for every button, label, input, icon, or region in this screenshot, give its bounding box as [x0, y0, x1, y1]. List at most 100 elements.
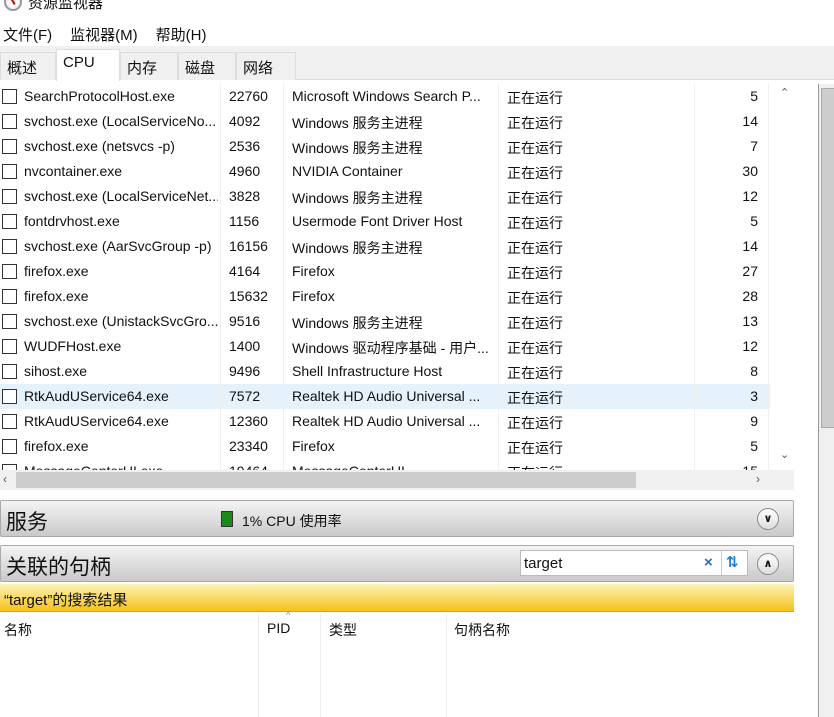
- process-name: SearchProtocolHost.exe: [24, 88, 175, 104]
- process-checkbox[interactable]: [2, 364, 17, 379]
- process-row[interactable]: svchost.exe (UnistackSvcGro... 9516 Wind…: [0, 309, 770, 334]
- process-checkbox[interactable]: [2, 414, 17, 429]
- process-status: 正在运行: [507, 240, 563, 256]
- process-row[interactable]: svchost.exe (LocalServiceNo... 4092 Wind…: [0, 109, 770, 134]
- tab-disk[interactable]: 磁盘: [178, 52, 236, 80]
- outer-scroll-thumb[interactable]: [821, 88, 834, 428]
- horizontal-scrollbar[interactable]: ‹ ›: [0, 470, 794, 490]
- column-type[interactable]: 类型: [329, 620, 357, 640]
- clear-search-icon[interactable]: ×: [704, 554, 713, 571]
- handle-search-input[interactable]: target × ⇅: [520, 550, 748, 576]
- process-pid: 9516: [229, 313, 261, 329]
- process-status: 正在运行: [507, 365, 563, 381]
- column-pid[interactable]: PID: [267, 620, 290, 636]
- expand-chevron-icon[interactable]: ∨: [757, 508, 779, 530]
- tab-network[interactable]: 网络: [236, 52, 296, 80]
- menu-file[interactable]: 文件(F): [3, 24, 52, 45]
- scroll-up-icon[interactable]: ⌃: [780, 86, 789, 99]
- process-threads: 9: [750, 413, 758, 429]
- sort-ascending-icon: ^: [286, 610, 291, 620]
- column-name[interactable]: 名称: [4, 620, 32, 640]
- process-row[interactable]: svchost.exe (netsvcs -p) 2536 Windows 服务…: [0, 134, 770, 159]
- process-row[interactable]: SearchProtocolHost.exe 22760 Microsoft W…: [0, 84, 770, 109]
- process-name: RtkAudUService64.exe: [24, 388, 169, 404]
- collapse-chevron-icon[interactable]: ∧: [757, 553, 779, 575]
- process-checkbox[interactable]: [2, 314, 17, 329]
- handles-title: 关联的句柄: [6, 556, 111, 579]
- column-handle-name[interactable]: 句柄名称: [454, 620, 510, 640]
- process-checkbox[interactable]: [2, 164, 17, 179]
- process-checkbox[interactable]: [2, 439, 17, 454]
- process-row[interactable]: svchost.exe (LocalServiceNet... 3828 Win…: [0, 184, 770, 209]
- process-row[interactable]: RtkAudUService64.exe 7572 Realtek HD Aud…: [0, 384, 770, 409]
- process-row[interactable]: sihost.exe 9496 Shell Infrastructure Hos…: [0, 359, 770, 384]
- process-row[interactable]: nvcontainer.exe 4960 NVIDIA Container 正在…: [0, 159, 770, 184]
- process-checkbox[interactable]: [2, 89, 17, 104]
- process-threads: 5: [750, 213, 758, 229]
- process-name: svchost.exe (LocalServiceNet...: [24, 188, 218, 204]
- outer-scrollbar[interactable]: [818, 84, 834, 717]
- process-name: sihost.exe: [24, 363, 88, 379]
- process-row[interactable]: fontdrvhost.exe 1156 Usermode Font Drive…: [0, 209, 770, 234]
- process-row[interactable]: WUDFHost.exe 1400 Windows 驱动程序基础 - 用户...…: [0, 334, 770, 359]
- process-row[interactable]: MessageCenterUI.exe 19464 MessageCenterU…: [0, 459, 770, 470]
- process-description: Microsoft Windows Search P...: [292, 88, 481, 104]
- process-description: Shell Infrastructure Host: [292, 363, 443, 379]
- process-name: MessageCenterUI.exe: [24, 463, 218, 470]
- process-row[interactable]: svchost.exe (AarSvcGroup -p) 16156 Windo…: [0, 234, 770, 259]
- process-checkbox[interactable]: [2, 114, 17, 129]
- process-threads: 5: [750, 88, 758, 104]
- process-threads: 12: [742, 338, 758, 354]
- menu-bar: 文件(F) 监视器(M) 帮助(H): [0, 22, 206, 46]
- process-pid: 16156: [229, 238, 268, 254]
- window-title: 资源监视器: [28, 0, 104, 12]
- scroll-left-icon[interactable]: ‹: [3, 472, 7, 486]
- process-checkbox[interactable]: [2, 239, 17, 254]
- process-status: 正在运行: [507, 265, 563, 281]
- process-name: firefox.exe: [24, 438, 89, 454]
- process-status: 正在运行: [507, 165, 563, 181]
- search-results-banner: “target”的搜索结果: [0, 584, 794, 612]
- process-status: 正在运行: [507, 190, 563, 206]
- menu-monitor[interactable]: 监视器(M): [70, 24, 138, 45]
- process-checkbox[interactable]: [2, 289, 17, 304]
- process-name: RtkAudUService64.exe: [24, 413, 169, 429]
- process-row[interactable]: firefox.exe 23340 Firefox 正在运行 5: [0, 434, 770, 459]
- process-name: WUDFHost.exe: [24, 338, 122, 354]
- process-threads: 28: [742, 288, 758, 304]
- menu-help[interactable]: 帮助(H): [156, 24, 207, 45]
- process-checkbox[interactable]: [2, 214, 17, 229]
- process-checkbox[interactable]: [2, 389, 17, 404]
- process-pid: 22760: [229, 88, 268, 104]
- horizontal-scroll-thumb[interactable]: [16, 472, 636, 488]
- refresh-search-icon[interactable]: ⇅: [726, 553, 739, 571]
- process-row[interactable]: firefox.exe 15632 Firefox 正在运行 28: [0, 284, 770, 309]
- tab-memory[interactable]: 内存: [120, 52, 178, 80]
- process-threads: 15: [742, 463, 758, 470]
- process-checkbox[interactable]: [2, 264, 17, 279]
- scroll-right-icon[interactable]: ›: [756, 472, 760, 486]
- process-row[interactable]: firefox.exe 4164 Firefox 正在运行 27: [0, 259, 770, 284]
- process-threads: 27: [742, 263, 758, 279]
- vertical-scrollbar[interactable]: ⌃ ⌄: [776, 84, 794, 470]
- scroll-down-icon[interactable]: ⌄: [780, 448, 789, 461]
- process-pid: 3828: [229, 188, 261, 204]
- process-threads: 12: [742, 188, 758, 204]
- process-description: Realtek HD Audio Universal ...: [292, 413, 481, 429]
- tab-overview[interactable]: 概述: [0, 52, 56, 80]
- title-bar: 资源监视器: [0, 0, 103, 12]
- resource-monitor-icon: [4, 0, 22, 11]
- process-checkbox[interactable]: [2, 139, 17, 154]
- tab-cpu[interactable]: CPU: [56, 49, 120, 81]
- process-threads: 8: [750, 363, 758, 379]
- process-row[interactable]: RtkAudUService64.exe 12360 Realtek HD Au…: [0, 409, 770, 434]
- process-threads: 13: [742, 313, 758, 329]
- process-checkbox[interactable]: [2, 339, 17, 354]
- process-status: 正在运行: [507, 215, 563, 231]
- process-threads: 14: [742, 113, 758, 129]
- process-name: svchost.exe (UnistackSvcGro...: [24, 313, 218, 329]
- services-section-header[interactable]: 服务 1% CPU 使用率 ∨: [0, 500, 794, 537]
- process-status: 正在运行: [507, 90, 563, 106]
- cpu-indicator-icon: [221, 511, 233, 527]
- process-checkbox[interactable]: [2, 189, 17, 204]
